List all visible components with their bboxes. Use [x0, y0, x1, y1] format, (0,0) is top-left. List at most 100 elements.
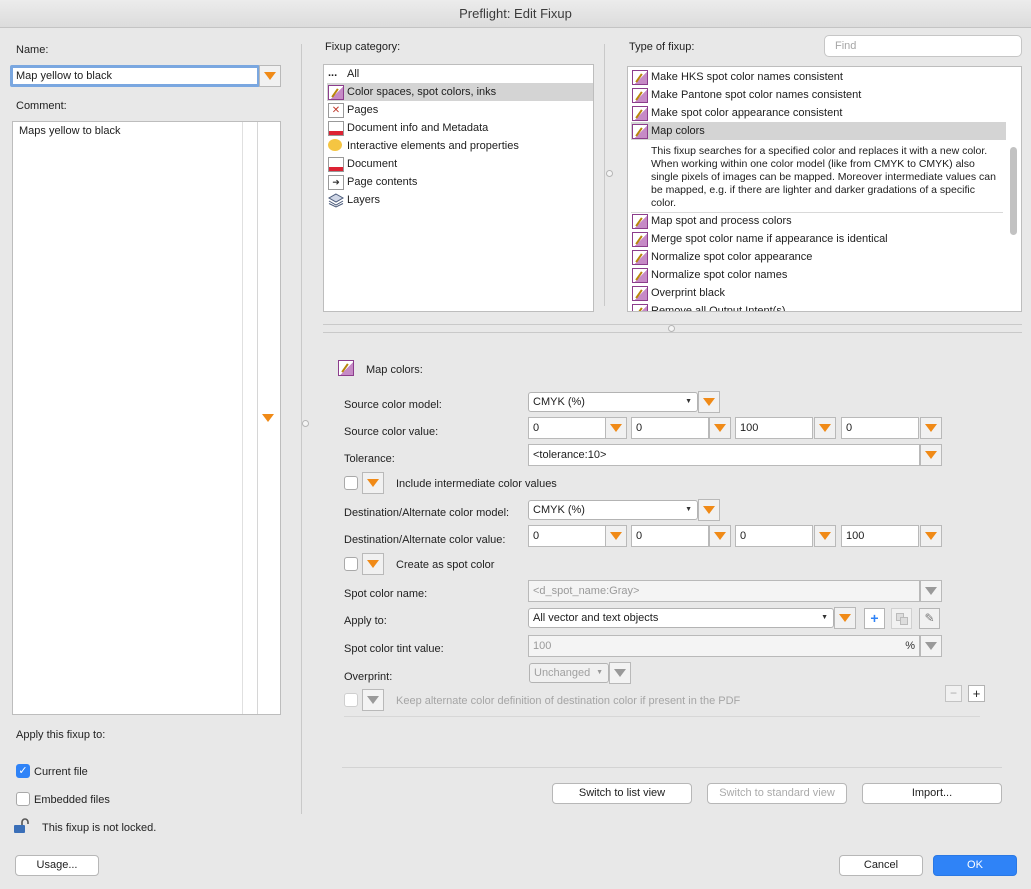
type-item[interactable]: Make Pantone spot color names consistent [631, 86, 1006, 104]
source-model-select[interactable]: CMYK (%) ▼ [528, 392, 698, 412]
source-value-c[interactable]: 0 [528, 417, 606, 439]
name-input[interactable]: Map yellow to black [10, 65, 260, 87]
fixup-category-list[interactable]: ... All Color spaces, spot colors, inks … [323, 64, 594, 312]
type-item[interactable]: Map spot and process colors [631, 212, 1006, 230]
map-colors-icon [338, 360, 354, 376]
dest-value-y[interactable]: 0 [735, 525, 813, 547]
grey-triangle-icon [614, 669, 626, 677]
type-item[interactable]: Make HKS spot color names consistent [631, 68, 1006, 86]
category-item-layers[interactable]: Layers [327, 191, 593, 209]
usage-button[interactable]: Usage... [15, 855, 99, 876]
dest-model-variable-button[interactable] [698, 499, 720, 521]
type-item[interactable]: Normalize spot color appearance [631, 248, 1006, 266]
category-item-color-spaces[interactable]: Color spaces, spot colors, inks [327, 83, 593, 101]
source-value-y[interactable]: 100 [735, 417, 813, 439]
overprint-variable-button[interactable] [609, 662, 631, 684]
dest-value-m[interactable]: 0 [631, 525, 709, 547]
category-splitter[interactable] [604, 44, 605, 306]
source-value-k-variable[interactable] [920, 417, 942, 439]
type-item-map-colors[interactable]: Map colors [631, 122, 1006, 140]
category-item-document[interactable]: Document [327, 155, 593, 173]
source-value-y-variable[interactable] [814, 417, 836, 439]
dest-value-k-variable[interactable] [920, 525, 942, 547]
apply-to-variable-button[interactable] [834, 607, 856, 629]
keep-alternate-variable-button[interactable] [362, 689, 384, 711]
tint-variable-button[interactable] [920, 635, 942, 657]
dest-value-k[interactable]: 100 [841, 525, 919, 547]
name-label: Name: [16, 44, 49, 56]
category-item-interactive[interactable]: Interactive elements and properties [327, 137, 593, 155]
source-value-k[interactable]: 0 [841, 417, 919, 439]
name-variable-button[interactable] [259, 65, 281, 87]
horizontal-splitter-handle[interactable] [668, 325, 675, 332]
comment-scroll-divider [242, 122, 243, 714]
spot-name-variable-button[interactable] [920, 580, 942, 602]
cancel-button[interactable]: Cancel [839, 855, 923, 876]
left-splitter[interactable] [301, 44, 302, 814]
add-object-filter-button[interactable]: + [864, 608, 885, 629]
fixup-type-list[interactable]: Make HKS spot color names consistent Mak… [627, 66, 1022, 312]
intermediate-label: Include intermediate color values [396, 478, 557, 490]
orange-triangle-icon [264, 72, 276, 80]
category-item-pages[interactable]: ✕ Pages [327, 101, 593, 119]
comment-textarea[interactable]: Maps yellow to black [12, 121, 281, 715]
add-row-button[interactable]: + [968, 685, 985, 702]
splitter-handle[interactable] [302, 420, 309, 427]
source-value-m-variable[interactable] [709, 417, 731, 439]
comment-variable-button[interactable] [262, 414, 274, 422]
color-fixup-icon [632, 232, 648, 247]
type-item[interactable]: Merge spot color name if appearance is i… [631, 230, 1006, 248]
type-item[interactable]: Remove all Output Intent(s) [631, 302, 1006, 311]
type-list-scrollbar[interactable] [1010, 147, 1017, 235]
import-button[interactable]: Import... [862, 783, 1002, 804]
tint-unit: % [905, 640, 915, 652]
create-spot-checkbox[interactable] [344, 557, 358, 571]
edit-pencil-icon[interactable]: ✎ [919, 608, 940, 629]
source-value-c-variable[interactable] [605, 417, 627, 439]
orange-triangle-icon [819, 424, 831, 432]
fixup-description: This fixup searches for a specified colo… [651, 145, 996, 209]
dest-value-m-variable[interactable] [709, 525, 731, 547]
category-item-all[interactable]: ... All [327, 65, 593, 83]
current-file-checkbox[interactable]: ✓ [16, 764, 30, 778]
category-item-page-contents[interactable]: ➜ Page contents [327, 173, 593, 191]
source-value-m[interactable]: 0 [631, 417, 709, 439]
spot-name-input[interactable]: <d_spot_name:Gray> [528, 580, 920, 602]
tolerance-input[interactable]: <tolerance:10> [528, 444, 920, 466]
category-item-document-info[interactable]: Document info and Metadata [327, 119, 593, 137]
switch-to-standard-view-button[interactable]: Switch to standard view [707, 783, 847, 804]
embedded-files-checkbox[interactable] [16, 792, 30, 806]
ok-button[interactable]: OK [933, 855, 1017, 876]
find-input[interactable]: Find [824, 35, 1022, 57]
remove-row-button[interactable]: − [945, 685, 962, 702]
dest-model-select[interactable]: CMYK (%) ▼ [528, 500, 698, 520]
source-model-variable-button[interactable] [698, 391, 720, 413]
intermediate-checkbox[interactable] [344, 476, 358, 490]
dest-value-label: Destination/Alternate color value: [344, 534, 506, 546]
category-splitter-handle[interactable] [606, 170, 613, 177]
create-spot-variable-button[interactable] [362, 553, 384, 575]
type-item[interactable]: Normalize spot color names [631, 266, 1006, 284]
dest-value-y-variable[interactable] [814, 525, 836, 547]
overprint-select[interactable]: Unchanged ▼ [529, 663, 609, 683]
lock-status-text: This fixup is not locked. [42, 822, 157, 834]
grey-triangle-icon [925, 587, 937, 595]
switch-to-list-view-button[interactable]: Switch to list view [552, 783, 692, 804]
intermediate-variable-button[interactable] [362, 472, 384, 494]
unlocked-padlock-icon[interactable] [13, 818, 31, 834]
orange-triangle-icon [925, 451, 937, 459]
dest-value-c-variable[interactable] [605, 525, 627, 547]
dest-value-c[interactable]: 0 [528, 525, 606, 547]
tint-input[interactable]: 100 % [528, 635, 920, 657]
object-filter-disabled-button[interactable] [891, 608, 912, 629]
apply-this-fixup-label: Apply this fixup to: [16, 729, 106, 741]
apply-to-select[interactable]: All vector and text objects ▼ [528, 608, 834, 628]
document-info-icon [328, 121, 344, 136]
type-item[interactable]: Overprint black [631, 284, 1006, 302]
color-fixup-icon [632, 124, 648, 139]
keep-alternate-label: Keep alternate color definition of desti… [396, 695, 741, 707]
type-item[interactable]: Make spot color appearance consistent [631, 104, 1006, 122]
keep-alternate-checkbox[interactable] [344, 693, 358, 707]
popup-caret-icon: ▼ [685, 398, 692, 405]
tolerance-variable-button[interactable] [920, 444, 942, 466]
